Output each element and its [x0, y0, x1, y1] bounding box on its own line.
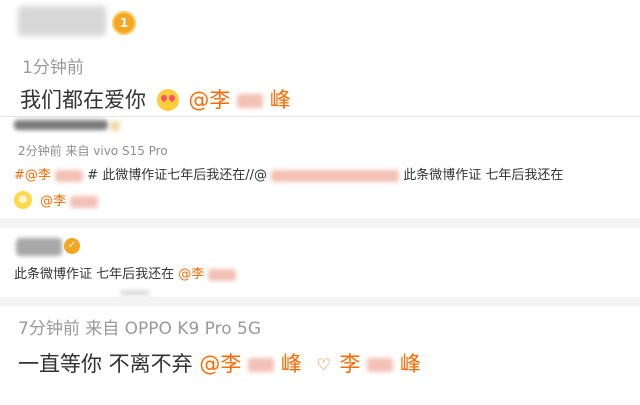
blurred-mention-2b [271, 169, 400, 182]
blurred-mention-4a [248, 358, 275, 372]
mention-link-1-prefix: @李 [188, 88, 231, 112]
mention-link-4a[interactable]: @李 峰 [199, 352, 308, 376]
mention-link-4b[interactable]: 李 峰 [339, 352, 420, 376]
separator-gap-2 [0, 297, 640, 306]
blurred-fragment [120, 290, 150, 296]
comment-text-2-mid: # 此微博作证七年后我还在//@ [87, 168, 267, 183]
separator-gap [0, 218, 640, 228]
comment-text-2-suffix: 此条微博作证 七年后我还在 [403, 168, 564, 183]
mention-link-3[interactable]: @李 [178, 267, 237, 282]
mention-link-3-prefix: @李 [178, 267, 205, 282]
mention-link-2a-prefix: #@李 [14, 168, 51, 183]
blurred-username-3 [16, 238, 62, 256]
weibo-comment-screen: 1 1分钟前 我们都在爱你 @李 峰 2分钟前 来自 vivo S15 Pro … [0, 0, 640, 405]
blurred-mention-3 [208, 268, 237, 281]
comment-time-1: 1分钟前 [22, 58, 84, 78]
mention-link-4b-prefix: 李 [339, 352, 361, 376]
mention-link-4a-prefix: @李 [199, 352, 242, 376]
face-icon [14, 191, 32, 209]
mention-link-4b-suffix: 峰 [399, 352, 421, 376]
mention-link-2c[interactable]: @李 [40, 194, 99, 209]
mention-link-4a-suffix: 峰 [280, 352, 302, 376]
verified-check-icon: ✓ [64, 238, 80, 254]
heart-eyes-emoji-icon [156, 89, 179, 111]
blurred-mention-1 [237, 94, 264, 108]
blurred-username-1 [18, 6, 106, 36]
comment-meta-4: 7分钟前 来自 OPPO K9 Pro 5G [18, 319, 262, 339]
comment-text-3: 此条微博作证 七年后我还在 @李 [14, 263, 237, 282]
mention-link-2a[interactable]: #@李 [14, 168, 87, 183]
comment-text-4-prefix: 一直等你 不离不弃 [18, 352, 193, 376]
mention-link-1[interactable]: @李 峰 [188, 88, 290, 112]
vip-badge-icon: 1 [112, 11, 136, 35]
blurred-mention-2c [70, 195, 99, 208]
blurred-mention-4b [367, 358, 394, 372]
comment-text-4: 一直等你 不离不弃 @李 峰 ♡ 李 峰 [18, 348, 421, 378]
blurred-username-2 [14, 120, 108, 130]
comment-meta-2: 2分钟前 来自 vivo S15 Pro [18, 144, 168, 158]
comment-text-3-prefix: 此条微博作证 七年后我还在 [14, 267, 175, 282]
separator-line [0, 116, 640, 117]
comment-text-1: 我们都在爱你 @李 峰 [20, 84, 291, 114]
comment-text-2-line-1: #@李 # 此微博作证七年后我还在//@ 此条微博作证 七年后我还在 [14, 164, 563, 183]
comment-text-2-line-2: @李 [14, 190, 99, 209]
mention-link-2c-prefix: @李 [40, 194, 67, 209]
blurred-mention-2a [55, 169, 84, 182]
blurred-badge-2 [110, 121, 120, 131]
heart-icon: ♡ [316, 355, 331, 374]
comment-text-1-prefix: 我们都在爱你 [20, 88, 146, 112]
mention-link-1-suffix: 峰 [269, 88, 291, 112]
